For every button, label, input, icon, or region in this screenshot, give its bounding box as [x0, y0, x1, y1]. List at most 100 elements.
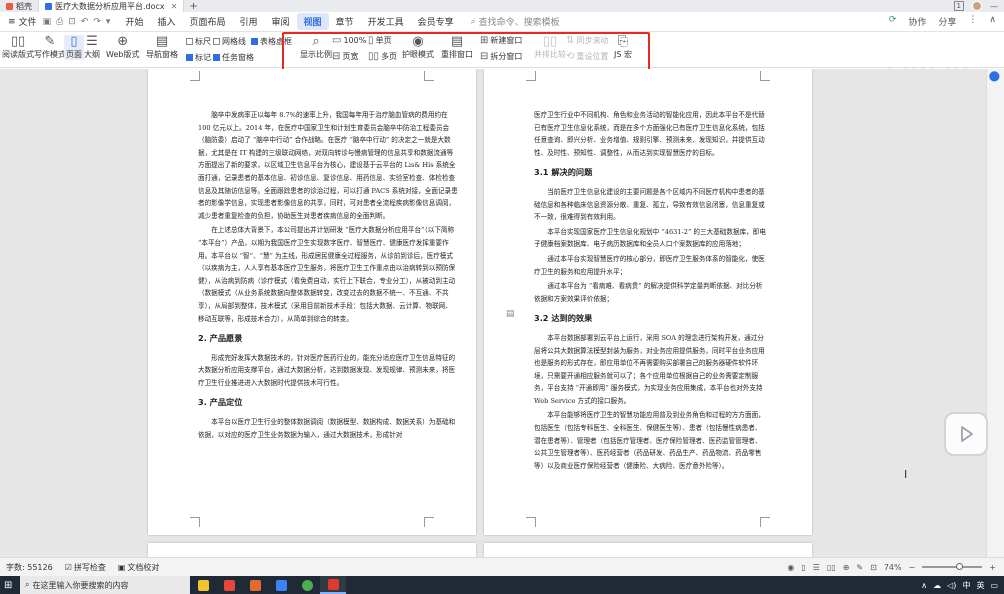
system-tray: ∧ ☁ ◁) 中 英 ▭	[921, 580, 1004, 591]
body-paragraph: 脑卒中发病率正以每年 8.7%的速率上升，我国每年用于治疗脑血管病的费用约在 1…	[198, 111, 458, 220]
menu-view[interactable]: 视图	[296, 13, 329, 30]
pen-icon[interactable]: ✎	[856, 563, 863, 572]
zoom-slider[interactable]	[922, 563, 983, 570]
body-paragraph: 本平台以医疗卫生行业的整体数据调阅（数据模型、数据构成、数据关系）为基础和依据，…	[198, 418, 456, 439]
play-icon	[961, 426, 973, 442]
window-count[interactable]: 1	[953, 1, 964, 11]
file-explorer-app[interactable]	[190, 576, 216, 594]
menu-insert[interactable]: 插入	[150, 13, 182, 30]
collaborate-button[interactable]: 协作	[908, 15, 926, 28]
web-view-icon[interactable]: ⊕	[843, 563, 850, 572]
book-icon: ▯▯	[10, 34, 26, 49]
word-count[interactable]: 字数: 55126	[6, 562, 53, 573]
docer-icon	[6, 2, 13, 10]
menu-developer[interactable]: 开发工具	[361, 13, 411, 30]
wps-writer-app[interactable]	[320, 576, 346, 594]
play-button[interactable]	[944, 412, 988, 456]
file-menu[interactable]: ≡ 文件	[0, 15, 43, 29]
comment-icon[interactable]: ▤	[506, 309, 515, 319]
ime-indicator[interactable]: 中	[962, 580, 970, 591]
body-paragraph: 通过本平台实现智慧医疗的核心部分，即医疗卫生服务体系的智能化，使医疗卫生的服务和…	[534, 254, 765, 276]
chevron-up-icon[interactable]: ∧	[921, 581, 927, 590]
menu-section[interactable]: 章节	[329, 13, 361, 30]
taskbar-search[interactable]: ⌕ 在这里输入你要搜索的内容	[20, 576, 190, 594]
document-page-next-left	[148, 543, 476, 557]
section-heading: 3. 产品定位	[198, 397, 243, 408]
close-icon[interactable]: ✕	[171, 2, 178, 11]
volume-icon[interactable]: ◁)	[947, 581, 956, 590]
tab-document[interactable]: 医疗大数据分析应用平台.docx ✕	[39, 0, 185, 12]
zoom-level[interactable]: 74%	[884, 563, 902, 572]
tab-label: 医疗大数据分析应用平台.docx	[55, 1, 165, 11]
windows-taskbar: ⊞ ⌕ 在这里输入你要搜索的内容 ∧ ☁ ◁) 中 英 ▭	[0, 576, 1004, 594]
command-search[interactable]: ⌕ 查找命令、搜索模板	[470, 15, 560, 29]
document-page-right: 医疗卫生行业中不同机构、角色和业务活动的智能化应用，因此本平台不是代替已有医疗卫…	[484, 69, 812, 535]
print-icon[interactable]: ⎙	[56, 17, 63, 27]
task-pane-checkbox[interactable]: 任务窗格	[213, 52, 254, 63]
zoom-in-icon[interactable]: +	[989, 563, 996, 572]
menu-bar: ≡ 文件 ▣ ⎙ ⊡ ↶ ↷ ▾ 开始 插入 页面布局 引用 审阅 视图 章节 …	[0, 12, 1004, 32]
collapse-ribbon-icon[interactable]: ∧	[989, 15, 996, 28]
menu-page-layout[interactable]: 页面布局	[182, 13, 232, 30]
preview-icon[interactable]: ⊡	[68, 17, 76, 27]
menu-home[interactable]: 开始	[118, 13, 150, 30]
globe-icon: ⊕	[117, 34, 129, 49]
menu-review[interactable]: 审阅	[265, 13, 297, 30]
windows-start-icon[interactable]: ⊞	[4, 579, 16, 591]
markup-checkbox[interactable]: 标记	[186, 52, 211, 63]
body-paragraph: 本平台实现国家医疗卫生信息化规划中 “4631-2” 的三大基础数据库，即电子健…	[534, 227, 766, 249]
document-page-next-right	[484, 543, 812, 557]
wps-presentation-app[interactable]	[242, 576, 268, 594]
spell-check-toggle[interactable]: ☑ 拼写检查	[65, 562, 106, 573]
location-pin-icon[interactable]: ⬤	[989, 71, 1000, 82]
hamburger-icon: ≡	[8, 16, 16, 27]
share-button[interactable]: 分享	[938, 15, 956, 28]
more-icon[interactable]: ▾	[106, 17, 111, 27]
zoom-out-icon[interactable]: −	[909, 563, 916, 572]
avatar[interactable]	[972, 1, 982, 11]
web-layout-button[interactable]: ⊕ Web版式	[106, 35, 139, 60]
reading-layout-button[interactable]: ▯▯ 阅读版式	[2, 35, 34, 60]
search-icon: ⌕	[470, 16, 476, 27]
outline-view-icon[interactable]: ☰	[813, 563, 820, 572]
menu-member[interactable]: 会员专享	[411, 13, 461, 30]
body-paragraph: 医疗卫生行业中不同机构、角色和业务活动的智能化应用，因此本平台不是代替已有医疗卫…	[534, 111, 765, 157]
undo-icon[interactable]: ↶	[81, 17, 89, 27]
reading-view-icon[interactable]: ▯▯	[827, 563, 836, 572]
media-player-app[interactable]	[268, 576, 294, 594]
cloud-sync-icon[interactable]: ⟳	[889, 15, 897, 28]
new-tab-icon[interactable]: +	[189, 1, 197, 12]
doc-proofread-button[interactable]: ▣ 文档校对	[118, 562, 160, 573]
document-page-left: 脑卒中发病率正以每年 8.7%的速率上升，我国每年用于治疗脑血管病的费用约在 1…	[148, 69, 476, 535]
body-paragraph: 当前医疗卫生信息化建设的主要问题是各个区域内不同医疗机构中患者的基础信息和各种临…	[534, 187, 765, 222]
document-workspace[interactable]: 脑卒中发病率正以每年 8.7%的速率上升，我国每年用于治疗脑血管病的费用约在 1…	[0, 69, 1004, 557]
nav-pane-icon: ▤	[155, 34, 169, 49]
outline-icon: ☰	[86, 34, 98, 49]
writing-mode-button[interactable]: ✎ 写作模式	[34, 35, 66, 60]
tab-docer[interactable]: 稻壳	[0, 0, 39, 12]
chrome-app[interactable]	[294, 576, 320, 594]
search-icon: ⌕	[25, 580, 30, 589]
section-heading: 3.1 解决的问题	[534, 167, 593, 178]
page-right-text: 医疗卫生行业中不同机构、角色和业务活动的智能化应用，因此本平台不是代替已有医疗卫…	[534, 109, 768, 474]
navigation-pane-button[interactable]: ▤ 导航窗格	[146, 35, 178, 60]
wps-spreadsheet-app[interactable]	[216, 576, 242, 594]
page-view-button[interactable]: ▯ 页面	[64, 35, 84, 60]
ruler-checkbox[interactable]: 标尺	[186, 36, 211, 47]
section-heading: 3.2 达到的效果	[534, 313, 593, 324]
gridlines-checkbox[interactable]: 网格线	[213, 36, 246, 47]
lang-indicator[interactable]: 英	[976, 580, 984, 591]
page-view-icon[interactable]: ▯	[801, 563, 805, 572]
more-options-icon[interactable]: ⋮	[968, 15, 977, 28]
network-icon[interactable]: ☁	[933, 581, 941, 590]
notification-icon[interactable]: ▭	[990, 581, 998, 590]
minimize-icon[interactable]: —	[990, 2, 998, 11]
menu-references[interactable]: 引用	[233, 13, 265, 30]
outline-button[interactable]: ☰ 大纲	[84, 35, 100, 60]
page-left-text: 脑卒中发病率正以每年 8.7%的速率上升，我国每年用于治疗脑血管病的费用约在 1…	[198, 109, 458, 443]
redo-icon[interactable]: ↷	[93, 17, 101, 27]
pen-icon: ✎	[44, 34, 56, 49]
eye-icon[interactable]: ◉	[787, 563, 794, 572]
fit-icon[interactable]: ⊡	[870, 563, 877, 572]
save-icon[interactable]: ▣	[43, 17, 52, 27]
